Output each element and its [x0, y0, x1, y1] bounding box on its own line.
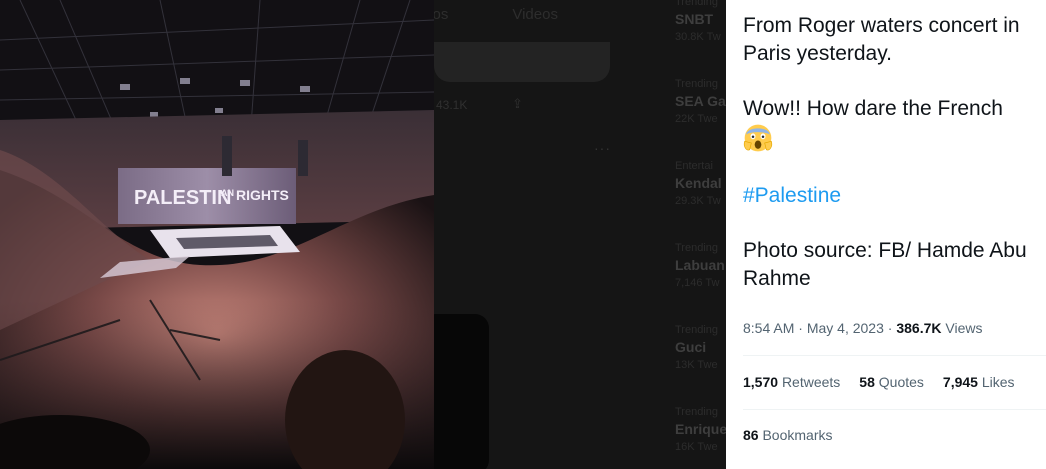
divider	[743, 355, 1046, 356]
trend-count: 13K Twe	[675, 359, 718, 371]
likes-count: 7,945	[942, 374, 978, 390]
trend-item: Trending SEA Ga 22K Twe	[675, 78, 726, 125]
quotes-count: 58	[859, 374, 875, 390]
tweet-hashtag-line: #Palestine	[743, 182, 1043, 210]
more-icon: ···	[594, 140, 611, 156]
bookmarks-link[interactable]: 86 Bookmarks	[743, 427, 833, 443]
tweet-metadata: 8:54 AM · May 4, 2023 · 386.7K Views	[743, 320, 982, 336]
tweet-emoji-line	[743, 123, 1043, 155]
quotes-link[interactable]: 58 Quotes	[859, 374, 924, 390]
trend-name: Guci	[675, 339, 707, 355]
trend-name: Kendal	[675, 175, 722, 191]
face-screaming-in-fear-icon	[743, 124, 773, 152]
trend-count: 22K Twe	[675, 113, 718, 125]
background-tab-videos: Videos	[512, 6, 558, 23]
trend-name: SEA Ga	[675, 93, 726, 109]
trend-category: Trending	[675, 406, 719, 418]
trend-item: Trending Labuan 7,146 Tw	[675, 242, 726, 289]
trend-item: Trending Enrique 16K Twe	[675, 406, 726, 453]
trend-category: Trending	[675, 242, 719, 254]
trend-item: Trending Guci 13K Twe	[675, 324, 726, 371]
trend-item: Entertai Kendal 29.3K Tw	[675, 160, 726, 207]
trend-category: Entertai	[675, 160, 713, 172]
divider	[743, 409, 1046, 410]
tweet-time-link[interactable]: 8:54 AM	[743, 320, 794, 336]
bookmarks-label: Bookmarks	[762, 427, 833, 443]
trend-name: Enrique	[675, 421, 726, 437]
tweet-text: From Roger waters concert in Paris yeste…	[743, 12, 1043, 293]
quotes-label: Quotes	[878, 374, 924, 390]
views-label: Views	[945, 320, 983, 336]
tweet-line-2: Wow!! How dare the French	[743, 95, 1043, 123]
speaker-right	[298, 140, 308, 176]
screen-text: PALESTIN	[134, 187, 231, 209]
retweets-count: 1,570	[743, 374, 779, 390]
separator: ·	[887, 320, 893, 336]
trend-name: SNBT	[675, 11, 714, 27]
trend-count: 16K Twe	[675, 441, 718, 453]
tweet-photo[interactable]: PALESTIN AN RIGHTS	[0, 0, 434, 469]
screen-text-end: RIGHTS	[236, 187, 289, 203]
share-icon: ⇪	[512, 96, 523, 111]
trend-category: Trending	[675, 324, 719, 336]
concert-photo-illustration: PALESTIN AN RIGHTS	[0, 0, 434, 469]
trend-category: Trending	[675, 0, 719, 8]
trend-count: 7,146 Tw	[675, 277, 720, 289]
views-count: 386.7K	[896, 320, 942, 336]
separator: ·	[798, 320, 803, 336]
background-views-count: 43.1K	[436, 98, 468, 112]
trend-name: Labuan	[675, 257, 725, 273]
background-tabs: otos Videos	[420, 6, 558, 23]
screen-text-small: AN	[221, 188, 234, 198]
trends-sidebar: Trending SNBT 30.8K Tw Trending SEA Ga 2…	[668, 0, 726, 469]
trend-category: Trending	[675, 78, 719, 90]
likes-label: Likes	[981, 374, 1015, 390]
background-media-preview	[434, 42, 610, 82]
hashtag-palestine-link[interactable]: #Palestine	[743, 184, 841, 207]
retweets-link[interactable]: 1,570 Retweets	[743, 374, 840, 390]
bookmarks-count: 86	[743, 427, 759, 443]
likes-link[interactable]: 7,945 Likes	[943, 374, 1015, 390]
tweet-line-2-text: Wow!! How dare the French	[743, 97, 1003, 120]
tweet-date-link[interactable]: May 4, 2023	[807, 320, 884, 336]
trend-item: Trending SNBT 30.8K Tw	[675, 0, 726, 43]
tweet-stats: 1,570 Retweets 58 Quotes 7,945 Likes	[743, 374, 1015, 390]
trend-count: 29.3K Tw	[675, 195, 721, 207]
tweet-line-1: From Roger waters concert in Paris yeste…	[743, 14, 1020, 65]
retweets-label: Retweets	[781, 374, 841, 390]
speaker-left	[222, 136, 232, 176]
tweet-detail-panel: From Roger waters concert in Paris yeste…	[726, 0, 1046, 469]
trend-count: 30.8K Tw	[675, 31, 721, 43]
tweet-photo-source: Photo source: FB/ Hamde Abu Rahme	[743, 239, 1027, 290]
